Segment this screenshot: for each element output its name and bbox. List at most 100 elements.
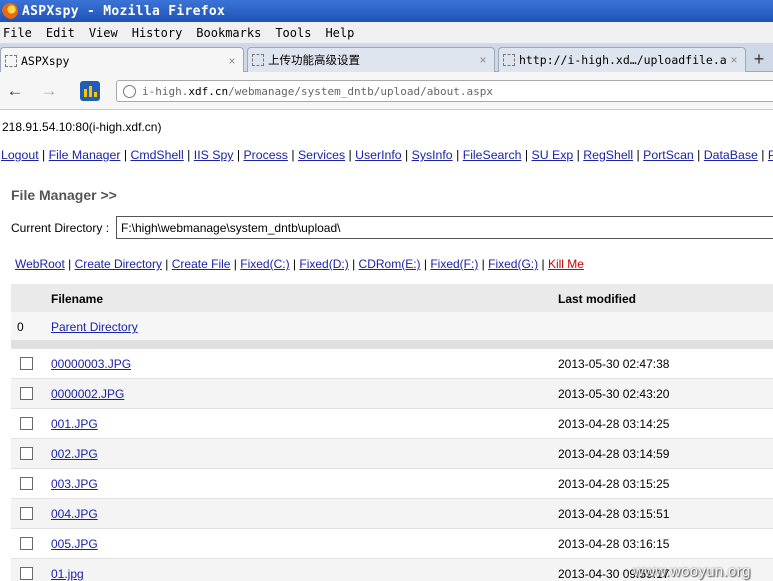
tab-aspxspy[interactable]: ASPXspy ×: [0, 47, 244, 73]
file-modified-time: 2013-04-28 03:14:25: [558, 417, 670, 431]
table-row: 002.JPG 2013-04-28 03:14:59: [11, 438, 773, 468]
table-row: 001.JPG 2013-04-28 03:14:25: [11, 408, 773, 438]
menu-item-help[interactable]: Help: [325, 26, 354, 40]
file-select-checkbox[interactable]: [20, 537, 33, 550]
nav-link-filesearch[interactable]: FileSearch: [463, 148, 522, 162]
nav-link-services[interactable]: Services: [298, 148, 345, 162]
table-row: 005.JPG 2013-04-28 03:16:15: [11, 528, 773, 558]
server-host: 218.91.54.10:80(i-high.xdf.cn): [2, 120, 162, 134]
file-modified-time: 2013-05-30 02:43:20: [558, 387, 670, 401]
globe-icon: [123, 84, 136, 98]
file-name-link[interactable]: 003.JPG: [51, 477, 98, 491]
current-directory-input[interactable]: [116, 216, 773, 239]
file-select-checkbox[interactable]: [20, 567, 33, 580]
file-modified-time: 2013-04-28 03:16:15: [558, 537, 670, 551]
url-bar[interactable]: i-high.xdf.cn/webmanage/system_dntb/uplo…: [116, 80, 773, 102]
file-select-checkbox[interactable]: [20, 387, 33, 400]
table-header: Filename Last modified: [11, 284, 773, 312]
filename-column-header: Filename: [51, 292, 104, 306]
file-table: Filename Last modified 0 Parent Director…: [11, 284, 773, 581]
parent-directory-row: 0 Parent Directory: [11, 312, 773, 340]
directory-actions: WebRoot | Create Directory | Create File…: [15, 257, 584, 271]
file-select-checkbox[interactable]: [20, 507, 33, 520]
file-name-link[interactable]: 002.JPG: [51, 447, 98, 461]
action-link-create-file[interactable]: Create File: [172, 257, 231, 271]
page-favicon-icon: [252, 54, 264, 66]
bookmark-bar-chart-icon[interactable]: [80, 81, 100, 101]
action-link-fixed-g[interactable]: Fixed(G:): [488, 257, 538, 271]
current-directory-label: Current Directory :: [11, 221, 110, 235]
close-tab-icon[interactable]: ×: [225, 54, 239, 68]
file-name-link[interactable]: 01.jpg: [51, 567, 84, 581]
file-name-link[interactable]: 001.JPG: [51, 417, 98, 431]
table-row: 00000003.JPG 2013-05-30 02:47:38: [11, 348, 773, 378]
nav-link-sysinfo[interactable]: SysInfo: [412, 148, 453, 162]
nav-link-file-manager[interactable]: File Manager: [49, 148, 121, 162]
last-modified-column-header: Last modified: [558, 292, 637, 306]
menu-bar: File Edit View History Bookmarks Tools Help: [0, 22, 773, 44]
url-text: i-high.xdf.cn/webmanage/system_dntb/uplo…: [142, 84, 494, 98]
action-link-webroot[interactable]: WebRoot: [15, 257, 65, 271]
action-link-fixed-c[interactable]: Fixed(C:): [240, 257, 289, 271]
watermark: www.wooyun.org: [633, 563, 751, 580]
nav-link-portscan[interactable]: PortScan: [643, 148, 694, 162]
nav-link-iis-spy[interactable]: IIS Spy: [194, 148, 234, 162]
table-row: 004.JPG 2013-04-28 03:15:51: [11, 498, 773, 528]
action-link-create-directory[interactable]: Create Directory: [75, 257, 162, 271]
tool-navigation: Logout | File Manager | CmdShell | IIS S…: [1, 148, 773, 162]
menu-item-tools[interactable]: Tools: [275, 26, 311, 40]
table-row: 003.JPG 2013-04-28 03:15:25: [11, 468, 773, 498]
file-modified-time: 2013-05-30 02:47:38: [558, 357, 670, 371]
nav-link-su-exp[interactable]: SU Exp: [532, 148, 574, 162]
parent-index: 0: [17, 320, 24, 334]
file-modified-time: 2013-04-28 03:14:59: [558, 447, 670, 461]
tab-upload-settings[interactable]: 上传功能高级设置 ×: [247, 47, 495, 72]
new-tab-button[interactable]: +: [748, 50, 770, 70]
window-titlebar: ASPXspy - Mozilla Firefox: [0, 0, 773, 22]
file-name-link[interactable]: 005.JPG: [51, 537, 98, 551]
menu-item-file[interactable]: File: [3, 26, 32, 40]
file-modified-time: 2013-04-28 03:15:25: [558, 477, 670, 491]
nav-link-port[interactable]: Port: [768, 148, 773, 162]
forward-arrow-icon[interactable]: →: [38, 80, 60, 102]
menu-item-bookmarks[interactable]: Bookmarks: [196, 26, 261, 40]
page-title: File Manager >>: [11, 187, 117, 203]
file-select-checkbox[interactable]: [20, 447, 33, 460]
kill-me-link[interactable]: Kill Me: [548, 257, 584, 271]
table-divider: [11, 340, 773, 348]
page-favicon-icon: [5, 54, 17, 67]
navigation-toolbar: ← → i-high.xdf.cn/webmanage/system_dntb/…: [0, 72, 773, 110]
firefox-logo-icon: [2, 3, 18, 19]
menu-item-edit[interactable]: Edit: [46, 26, 75, 40]
tab-label: ASPXspy: [21, 53, 70, 68]
nav-link-regshell[interactable]: RegShell: [583, 148, 633, 162]
close-tab-icon[interactable]: ×: [727, 53, 741, 67]
window-title: ASPXspy - Mozilla Firefox: [22, 3, 226, 19]
tab-bar: ASPXspy × 上传功能高级设置 × http://i-high.xd…/u…: [0, 44, 773, 73]
file-select-checkbox[interactable]: [20, 477, 33, 490]
nav-link-userinfo[interactable]: UserInfo: [355, 148, 401, 162]
nav-link-logout[interactable]: Logout: [1, 148, 39, 162]
file-name-link[interactable]: 0000002.JPG: [51, 387, 124, 401]
nav-link-cmdshell[interactable]: CmdShell: [130, 148, 183, 162]
file-name-link[interactable]: 004.JPG: [51, 507, 98, 521]
file-name-link[interactable]: 00000003.JPG: [51, 357, 131, 371]
nav-link-database[interactable]: DataBase: [704, 148, 758, 162]
back-arrow-icon[interactable]: ←: [4, 80, 26, 102]
tab-label: http://i-high.xd…/uploadfile.aspx: [519, 53, 727, 67]
menu-item-history[interactable]: History: [132, 26, 183, 40]
file-modified-time: 2013-04-28 03:15:51: [558, 507, 670, 521]
table-row: 0000002.JPG 2013-05-30 02:43:20: [11, 378, 773, 408]
action-link-fixed-d[interactable]: Fixed(D:): [299, 257, 348, 271]
action-link-cdrom-e[interactable]: CDRom(E:): [359, 257, 421, 271]
menu-item-view[interactable]: View: [89, 26, 118, 40]
tab-uploadfile[interactable]: http://i-high.xd…/uploadfile.aspx ×: [498, 47, 746, 72]
nav-link-process[interactable]: Process: [243, 148, 287, 162]
page-favicon-icon: [503, 54, 515, 66]
tab-label: 上传功能高级设置: [268, 55, 360, 67]
action-link-fixed-f[interactable]: Fixed(F:): [430, 257, 478, 271]
file-select-checkbox[interactable]: [20, 357, 33, 370]
file-select-checkbox[interactable]: [20, 417, 33, 430]
parent-directory-link[interactable]: Parent Directory: [51, 320, 138, 334]
close-tab-icon[interactable]: ×: [476, 53, 490, 67]
